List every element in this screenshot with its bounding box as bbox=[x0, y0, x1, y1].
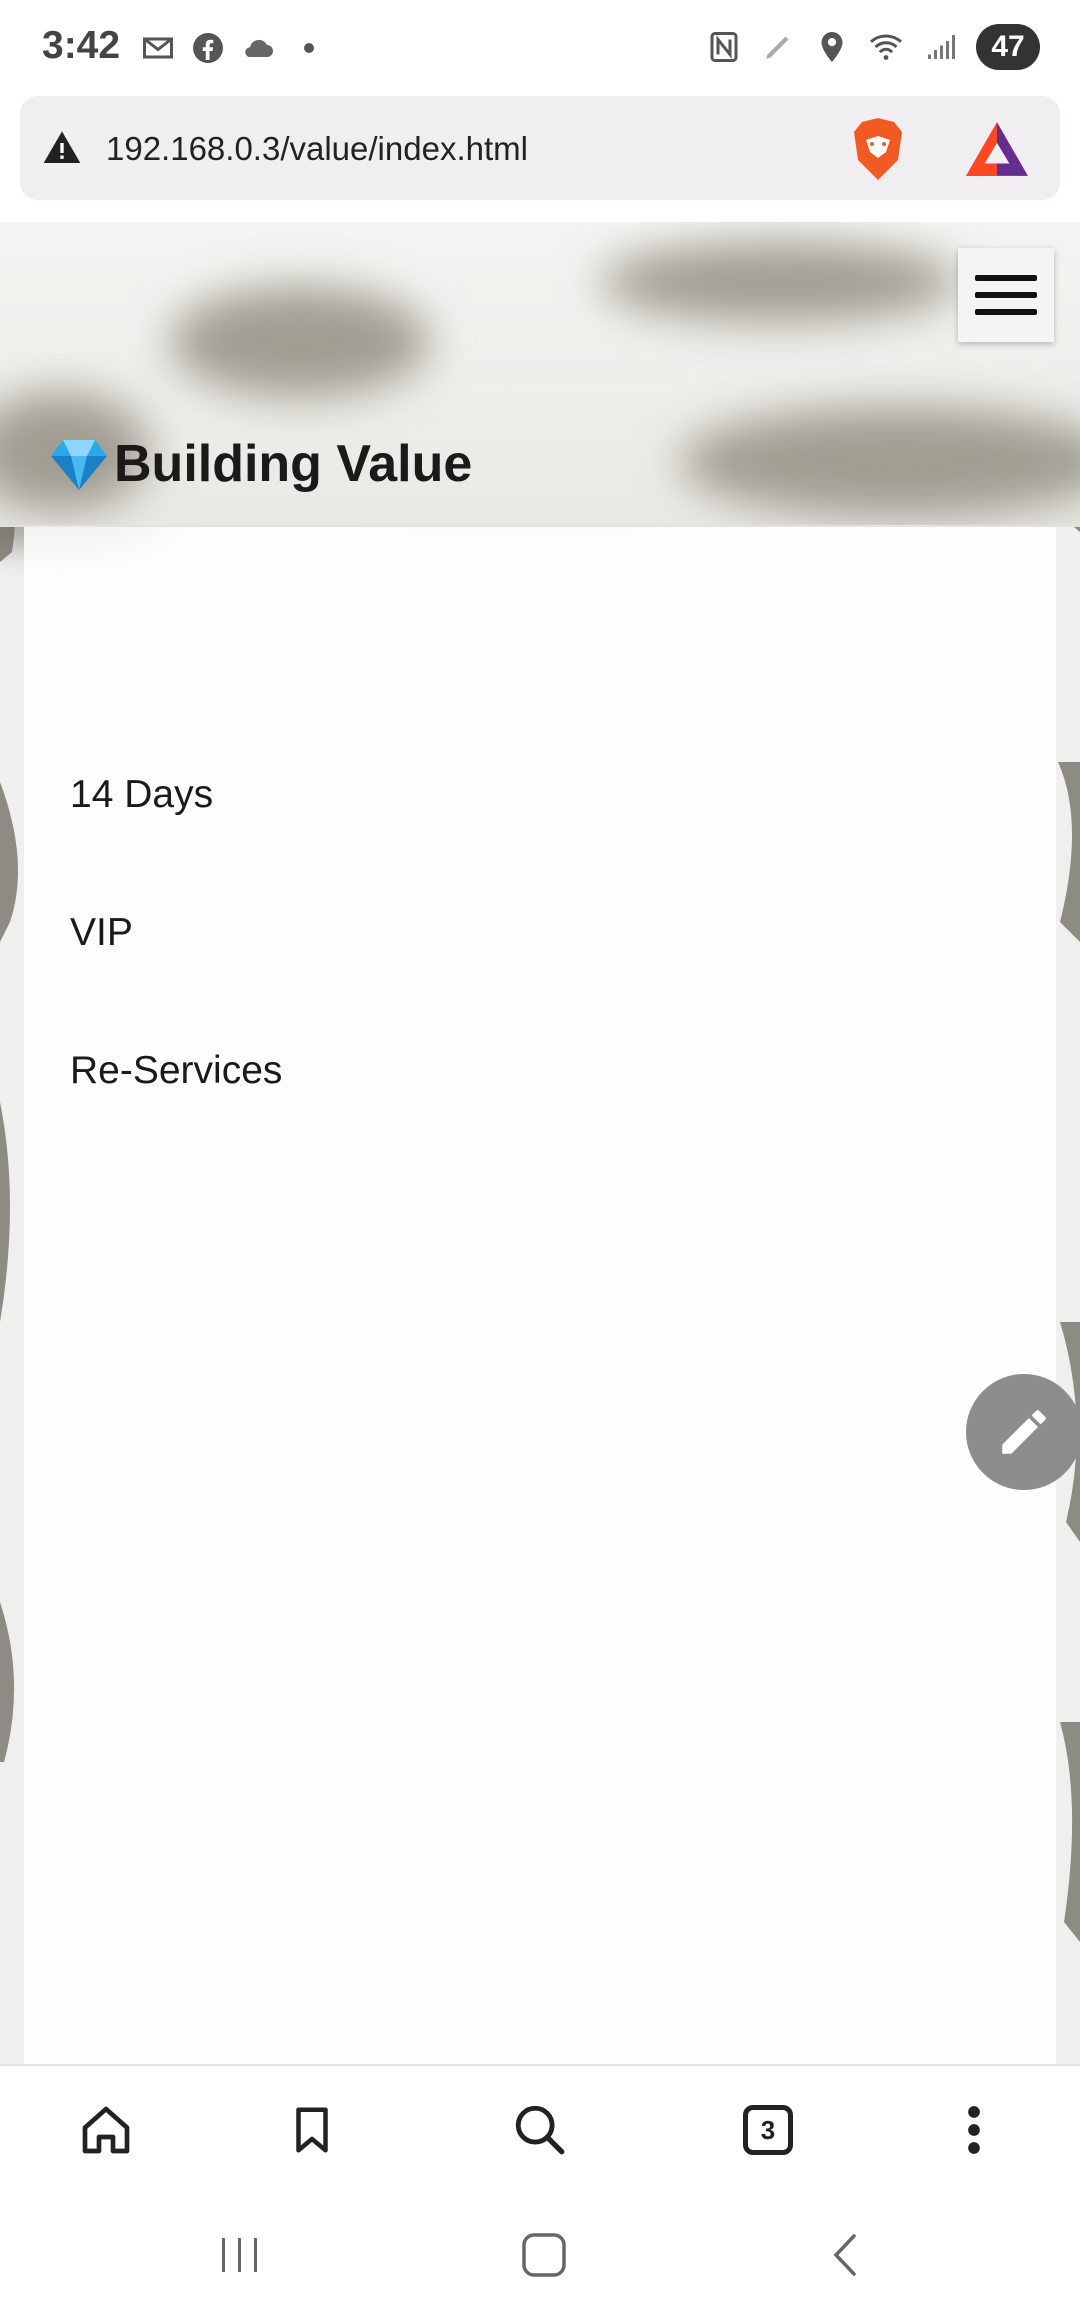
battery-icon: 47 bbox=[976, 24, 1050, 70]
location-icon bbox=[821, 32, 843, 62]
nav-item-vip[interactable]: VIP bbox=[70, 910, 282, 1048]
gmail-icon bbox=[143, 37, 173, 59]
nav-list: 14 Days VIP Re-Services bbox=[70, 772, 282, 1186]
bookmark-button[interactable] bbox=[282, 2100, 342, 2160]
search-button[interactable] bbox=[510, 2100, 570, 2160]
browser-bottom-toolbar: 3 bbox=[0, 2064, 1080, 2190]
bat-triangle-icon[interactable] bbox=[964, 118, 1030, 180]
hamburger-menu-button[interactable] bbox=[958, 248, 1054, 342]
recents-icon[interactable] bbox=[210, 2230, 270, 2280]
pen-icon bbox=[766, 36, 789, 59]
hamburger-icon bbox=[975, 275, 1037, 281]
nfc-icon bbox=[710, 32, 738, 62]
system-navigation-bar bbox=[0, 2190, 1080, 2316]
notification-dot-icon bbox=[304, 43, 314, 53]
back-icon[interactable] bbox=[816, 2230, 876, 2280]
tabs-icon: 3 bbox=[743, 2105, 793, 2155]
web-page: Building Value 14 Days VIP Re-Services bbox=[0, 222, 1080, 2064]
home-button-icon[interactable] bbox=[514, 2230, 574, 2280]
page-title: Building Value bbox=[114, 435, 473, 493]
signal-icon bbox=[928, 35, 955, 59]
address-bar[interactable]: 192.168.0.3/value/index.html bbox=[20, 96, 1060, 200]
site-title-wrap: Building Value bbox=[46, 434, 472, 494]
more-icon bbox=[968, 2106, 980, 2154]
gem-icon bbox=[51, 440, 107, 490]
facebook-icon bbox=[193, 33, 223, 63]
more-menu-button[interactable] bbox=[944, 2100, 1004, 2160]
home-icon bbox=[82, 2106, 130, 2154]
url-text[interactable]: 192.168.0.3/value/index.html bbox=[106, 130, 528, 168]
pencil-icon bbox=[1002, 1410, 1046, 1454]
nav-item-14-days[interactable]: 14 Days bbox=[70, 772, 282, 910]
tabs-button[interactable]: 3 bbox=[738, 2100, 798, 2160]
edit-fab-button[interactable] bbox=[966, 1374, 1080, 1490]
page-header: Building Value bbox=[0, 222, 1080, 527]
nav-panel: 14 Days VIP Re-Services bbox=[24, 527, 1056, 2064]
wifi-icon bbox=[870, 34, 902, 60]
home-button[interactable] bbox=[76, 2100, 136, 2160]
nav-item-re-services[interactable]: Re-Services bbox=[70, 1048, 282, 1186]
bookmark-icon bbox=[296, 2107, 328, 2153]
status-bar: 3:42 47 bbox=[0, 0, 1080, 96]
search-icon bbox=[515, 2105, 565, 2155]
warning-triangle-icon[interactable] bbox=[42, 128, 82, 168]
brave-lion-icon[interactable] bbox=[846, 116, 910, 184]
status-time: 3:42 bbox=[42, 24, 121, 67]
cloud-icon bbox=[245, 39, 273, 57]
